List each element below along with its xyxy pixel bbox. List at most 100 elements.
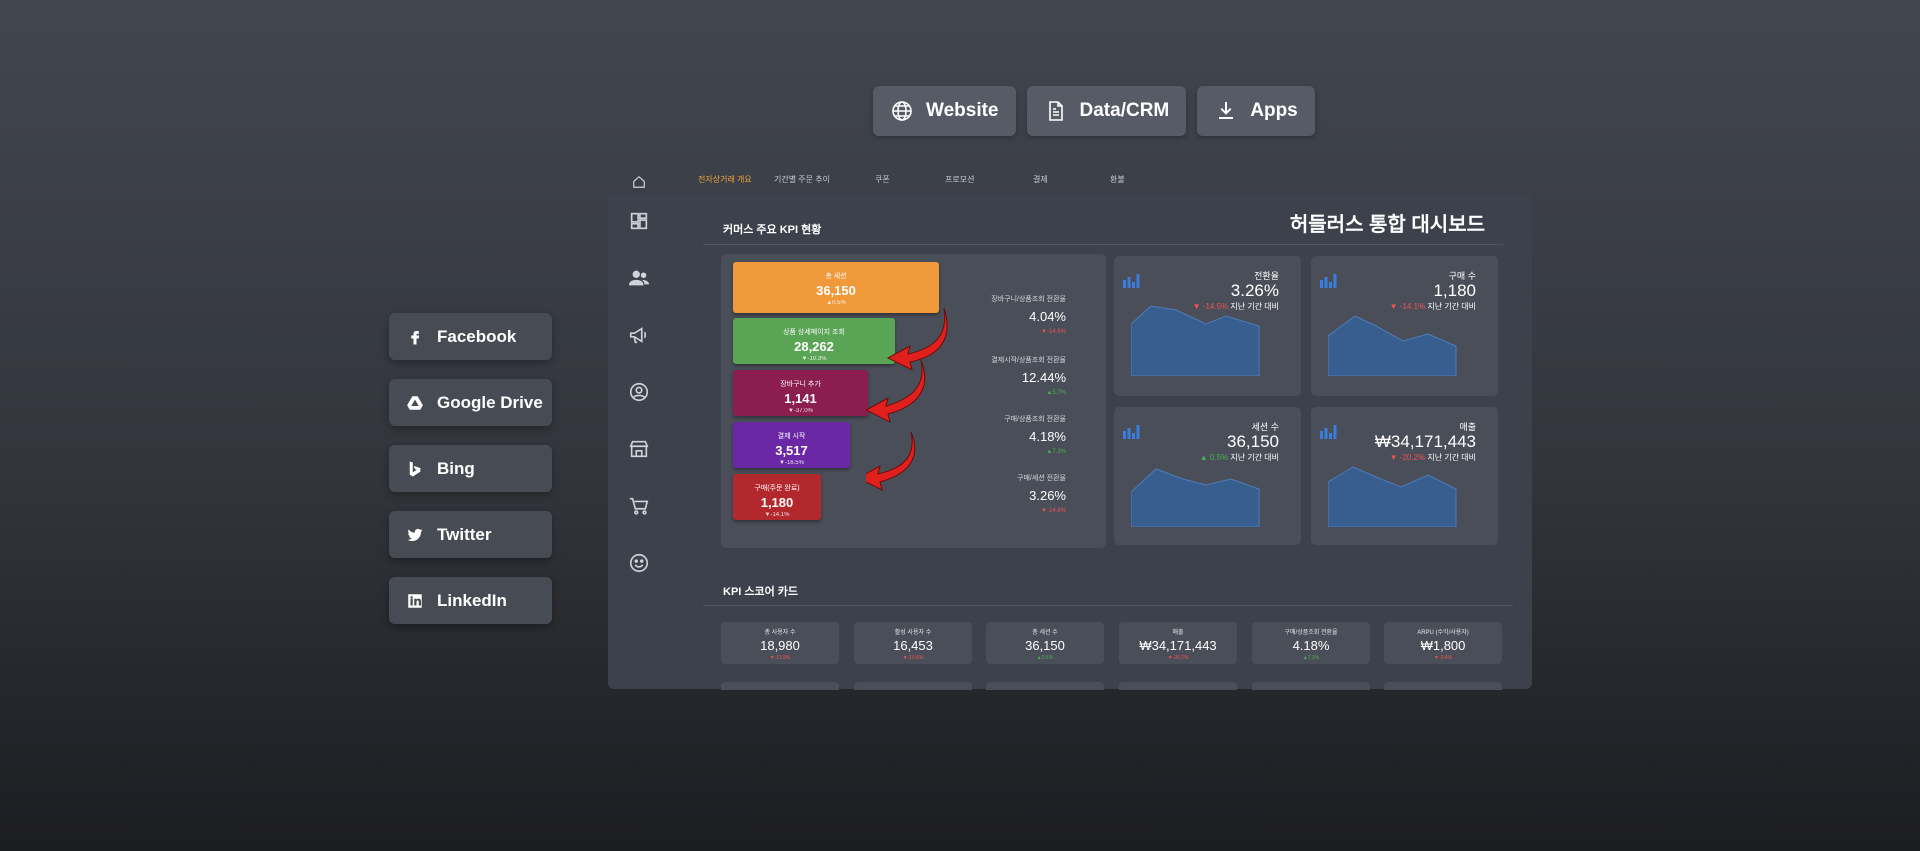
rate-change: ▲7.3% xyxy=(1046,449,1066,455)
score-label: 총 사용자 수 xyxy=(764,630,796,636)
rate-value: 3.26% xyxy=(1029,488,1066,503)
bing-icon xyxy=(409,461,421,476)
score-card: 총 세션 수 36,150 ▲0.5% xyxy=(986,622,1104,664)
rate-change: ▼-14.6% xyxy=(1041,508,1066,514)
kpi-section-title: 커머스 주요 KPI 현황 xyxy=(723,224,822,236)
kpi-card: 전환율 3.26% ▼ -14.5% 지난 기간 대비 xyxy=(1114,256,1301,396)
score-value: ₩1,800 xyxy=(1420,638,1466,653)
apps-label: Apps xyxy=(1250,100,1298,121)
sparkline xyxy=(1131,305,1260,376)
score-change: ▼-9.4% xyxy=(1433,655,1452,661)
funnel-label: 총 세션 xyxy=(825,273,847,280)
score-change: ▲0.5% xyxy=(1036,655,1054,661)
score-card-partial xyxy=(1384,682,1502,690)
users-icon[interactable] xyxy=(628,267,650,289)
rate-label: 장바구니/상품조회 전환율 xyxy=(991,296,1066,303)
smiley-icon[interactable] xyxy=(628,552,650,574)
score-card-partial xyxy=(986,682,1104,690)
score-card: 활성 사용자 수 16,453 ▼-10.6% xyxy=(854,622,972,664)
google-drive-button[interactable]: Google Drive xyxy=(389,379,552,426)
bing-label: Bing xyxy=(437,458,475,478)
twitter-button[interactable]: Twitter xyxy=(389,511,552,558)
tab-payment[interactable]: 결제 xyxy=(1033,174,1048,185)
score-card-partial xyxy=(721,682,839,690)
apps-button[interactable]: Apps xyxy=(1197,86,1315,136)
funnel-value: 36,150 xyxy=(816,283,856,298)
twitter-icon xyxy=(407,528,423,541)
rate-value: 4.18% xyxy=(1029,429,1066,444)
rate-item: 장바구니/상품조회 전환율 4.04% ▼-14.6% xyxy=(991,294,1066,335)
tab-refund[interactable]: 환불 xyxy=(1110,174,1125,185)
score-label: 활성 사용자 수 xyxy=(894,630,932,636)
website-label: Website xyxy=(926,100,999,121)
score-card: ARPU (수익/사용자) ₩1,800 ▼-9.4% xyxy=(1384,622,1502,664)
score-card-partial xyxy=(1252,682,1370,690)
rate-value: 12.44% xyxy=(1021,370,1066,385)
rate-label: 결제시작/상품조회 전환율 xyxy=(991,357,1066,364)
tab-ecommerce-overview[interactable]: 전자상거래 개요 xyxy=(698,174,752,185)
score-label: ARPU (수익/사용자) xyxy=(1417,630,1469,636)
funnel-value: 1,141 xyxy=(784,391,817,406)
funnel-panel: 총 세션 36,150 ▲0.5% 상품 상세페이지 조회 28,262 ▼-1… xyxy=(721,254,1106,548)
bing-button[interactable]: Bing xyxy=(389,445,552,492)
linkedin-button[interactable]: LinkedIn xyxy=(389,577,552,624)
bar-chart-icon xyxy=(1320,425,1337,439)
rate-label: 구매/상품조회 전환율 xyxy=(1004,416,1066,423)
score-label: 매출 xyxy=(1172,630,1184,636)
funnel-label: 결제 시작 xyxy=(777,433,806,440)
tab-order-trend[interactable]: 기간별 주문 추이 xyxy=(774,174,830,185)
score-change: ▼-11.9% xyxy=(769,655,791,661)
rate-item: 구매/상품조회 전환율 4.18% ▲7.3% xyxy=(1004,414,1066,455)
document-icon xyxy=(1048,101,1063,121)
dashboard-tabs: 전자상거래 개요 기간별 주문 추이 쿠폰 프로모션 결제 환불 xyxy=(608,164,1532,194)
dashboard-title: 허들러스 통합 대시보드 xyxy=(1289,214,1485,236)
facebook-label: Facebook xyxy=(437,326,517,346)
twitter-label: Twitter xyxy=(437,524,492,544)
facebook-icon xyxy=(411,330,420,344)
funnel-change: ▼-16.5% xyxy=(779,460,804,466)
score-card: 총 사용자 수 18,980 ▼-11.9% xyxy=(721,622,839,664)
dashboard-icon[interactable] xyxy=(628,210,650,232)
funnel-step: 결제 시작 3,517 ▼-16.5% xyxy=(733,422,850,468)
scorecard-section-title: KPI 스코어 카드 xyxy=(723,586,799,598)
tab-promotion[interactable]: 프로모션 xyxy=(945,174,974,185)
score-change: ▼-10.6% xyxy=(902,655,924,661)
tab-coupon[interactable]: 쿠폰 xyxy=(875,174,890,185)
funnel-change: ▼-37.0% xyxy=(788,408,813,414)
score-card: 구매/상품조회 전환율 4.18% ▲7.3% xyxy=(1252,622,1370,664)
data-crm-label: Data/CRM xyxy=(1079,100,1170,121)
score-value: 16,453 xyxy=(893,638,933,653)
rate-label: 구매/세션 전환율 xyxy=(1017,475,1066,482)
megaphone-icon[interactable] xyxy=(628,324,650,346)
funnel-value: 3,517 xyxy=(775,443,808,458)
linkedin-label: LinkedIn xyxy=(437,590,507,610)
cart-icon[interactable] xyxy=(628,495,650,517)
sparkline xyxy=(1328,466,1457,527)
kpi-card: 구매 수 1,180 ▼ -14.1% 지난 기간 대비 xyxy=(1311,256,1498,396)
score-card-partial xyxy=(1119,682,1237,690)
score-label: 구매/상품조회 전환율 xyxy=(1284,630,1338,636)
data-crm-button[interactable]: Data/CRM xyxy=(1026,86,1187,136)
dashboard-preview: 전자상거래 개요 기간별 주문 추이 쿠폰 프로모션 결제 환불 커머스 주요 … xyxy=(608,164,1532,690)
profile-icon[interactable] xyxy=(628,381,650,403)
funnel-step: 장바구니 추가 1,141 ▼-37.0% xyxy=(733,370,868,416)
funnel-change: ▼-14.1% xyxy=(764,512,790,518)
kpi-card: 매출 ₩34,171,443 ▼ -20.2% 지난 기간 대비 xyxy=(1311,407,1498,545)
divider xyxy=(703,605,1513,606)
rate-item: 결제시작/상품조회 전환율 12.44% ▲5.7% xyxy=(991,355,1066,396)
sparkline xyxy=(1131,468,1260,527)
funnel-step: 구매(주문 완료) 1,180 ▼-14.1% xyxy=(733,474,821,520)
store-icon[interactable] xyxy=(628,438,650,460)
score-value: 4.18% xyxy=(1292,638,1330,653)
score-value: ₩34,171,443 xyxy=(1139,638,1217,653)
score-value: 18,980 xyxy=(760,638,800,653)
score-card-partial xyxy=(854,682,972,690)
home-icon[interactable] xyxy=(632,175,646,189)
bar-chart-icon xyxy=(1123,425,1140,439)
rate-item: 구매/세션 전환율 3.26% ▼-14.6% xyxy=(1017,473,1066,514)
funnel-value: 1,180 xyxy=(760,495,794,510)
share-panel: Facebook Google Drive Bing Twitter Linke… xyxy=(389,313,552,624)
facebook-button[interactable]: Facebook xyxy=(389,313,552,360)
rate-value: 4.04% xyxy=(1029,309,1066,324)
website-button[interactable]: Website xyxy=(873,86,1016,136)
